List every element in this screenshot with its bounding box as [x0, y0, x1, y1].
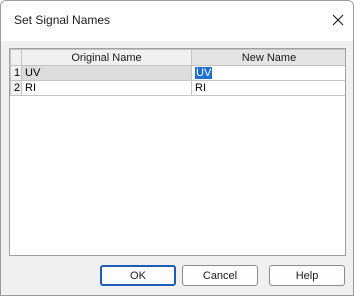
column-header-original-name[interactable]: Original Name	[21, 49, 192, 66]
original-name-cell: UV	[21, 65, 192, 81]
original-name-cell: RI	[21, 80, 192, 96]
title-bar: Set Signal Names	[1, 1, 353, 41]
table-row[interactable]: 1 UV UV	[10, 65, 345, 81]
table-row[interactable]: 2 RI RI	[10, 80, 345, 96]
ok-button[interactable]: OK	[100, 265, 176, 286]
signal-names-grid: Original Name New Name 1 UV UV 2 RI RI	[9, 48, 346, 256]
cancel-button[interactable]: Cancel	[182, 265, 258, 286]
close-icon	[332, 14, 344, 26]
column-header-new-name[interactable]: New Name	[191, 49, 345, 66]
grid-header-row: Original Name New Name	[10, 49, 345, 66]
signal-names-table: Original Name New Name 1 UV UV 2 RI RI	[10, 49, 345, 96]
help-button[interactable]: Help	[269, 265, 345, 286]
close-button[interactable]	[325, 7, 351, 33]
grid-corner-cell[interactable]	[10, 49, 22, 66]
new-name-cell[interactable]: UV	[191, 65, 345, 81]
row-number[interactable]: 1	[10, 65, 22, 81]
set-signal-names-dialog: Set Signal Names Original Name New Name	[0, 0, 354, 296]
new-name-cell[interactable]: RI	[191, 80, 345, 96]
dialog-title: Set Signal Names	[14, 13, 111, 27]
new-name-editor-selected-text[interactable]: UV	[195, 67, 213, 79]
row-number[interactable]: 2	[10, 80, 22, 96]
